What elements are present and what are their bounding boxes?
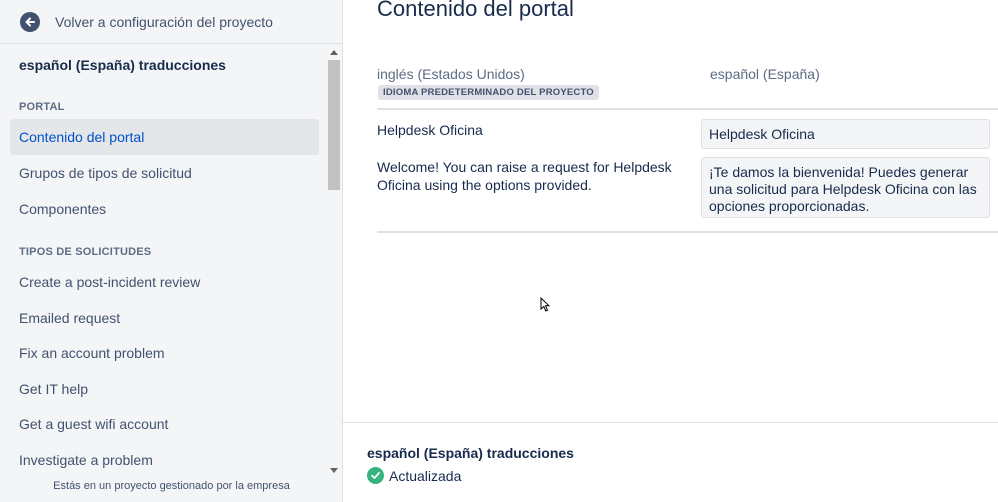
sidebar-item-label: Componentes: [19, 201, 107, 217]
page-title: Contenido del portal: [377, 0, 574, 21]
sidebar: Volver a configuración del proyecto espa…: [0, 0, 343, 502]
managed-project-note: Estás en un proyecto gestionado por la e…: [53, 480, 290, 492]
sidebar-item-label: Get a guest wifi account: [19, 416, 169, 432]
scrollbar-thumb[interactable]: [328, 60, 340, 190]
back-label: Volver a configuración del proyecto: [55, 13, 273, 30]
portal-name-translation-field[interactable]: Helpdesk Oficina: [701, 119, 990, 149]
sidebar-item-request-type[interactable]: Get a guest wifi account: [10, 406, 319, 442]
status-row: Actualizada: [367, 467, 461, 484]
source-language-header: inglés (Estados Unidos): [377, 66, 525, 82]
sidebar-item-label: Create a post-incident review: [19, 274, 201, 290]
back-to-project-settings-link[interactable]: Volver a configuración del proyecto: [0, 0, 343, 44]
sidebar-item-request-type-groups[interactable]: Grupos de tipos de solicitud: [10, 155, 319, 191]
divider: [377, 108, 998, 110]
welcome-message-translation-field[interactable]: ¡Te damos la bienvenida! Puedes generar …: [701, 157, 990, 218]
section-header-request-types: TIPOS DE SOLICITUDES: [19, 246, 152, 258]
sidebar-item-label: Get IT help: [19, 381, 89, 397]
default-language-badge: IDIOMA PREDETERMINADO DEL PROYECTO: [378, 85, 599, 100]
sidebar-item-label: Investigate a problem: [19, 452, 153, 468]
sidebar-item-request-type[interactable]: Emailed request: [10, 300, 319, 336]
target-language-header: español (España): [710, 66, 820, 82]
sidebar-item-label: Fix an account problem: [19, 345, 165, 361]
status-text: Actualizada: [389, 467, 462, 484]
divider: [377, 231, 998, 233]
sidebar-title: español (España) traducciones: [19, 57, 226, 73]
sidebar-item-request-type[interactable]: Investigate a problem: [10, 442, 319, 478]
translation-status-panel: español (España) traducciones Actualizad…: [343, 422, 998, 502]
scroll-up-arrow-icon[interactable]: [330, 50, 338, 55]
arrow-left-icon: [20, 11, 40, 32]
scroll-down-arrow-icon[interactable]: [330, 468, 338, 473]
sidebar-item-request-type[interactable]: Create a post-incident review: [10, 264, 319, 300]
source-portal-name: Helpdesk Oficina: [377, 122, 483, 138]
sidebar-nav: español (España) traducciones PORTAL Con…: [0, 45, 326, 478]
source-welcome-message: Welcome! You can raise a request for Hel…: [377, 159, 672, 193]
check-circle-icon: [367, 467, 384, 484]
sidebar-item-label: Grupos de tipos de solicitud: [19, 165, 192, 181]
sidebar-item-portal-content[interactable]: Contenido del portal: [10, 119, 319, 155]
sidebar-item-label: Emailed request: [19, 310, 121, 326]
sidebar-item-components[interactable]: Componentes: [10, 191, 319, 227]
sidebar-item-request-type[interactable]: Fix an account problem: [10, 335, 319, 371]
mouse-cursor-icon: [540, 296, 551, 315]
sidebar-scrollbar[interactable]: [327, 45, 341, 478]
status-title: español (España) traducciones: [367, 445, 574, 461]
sidebar-item-request-type[interactable]: Get IT help: [10, 371, 319, 407]
sidebar-item-label: Contenido del portal: [19, 129, 145, 145]
section-header-portal: PORTAL: [19, 101, 65, 113]
